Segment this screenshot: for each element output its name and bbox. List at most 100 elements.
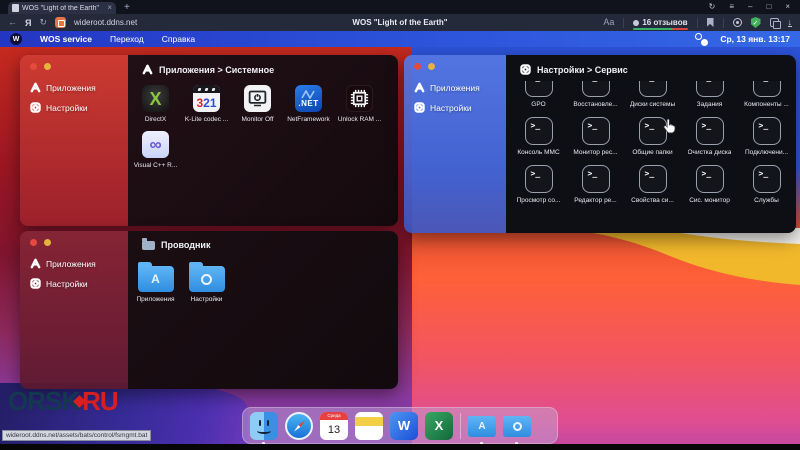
folder-settings[interactable]: Настройки bbox=[181, 260, 232, 303]
orsk-ru-watermark: ORSK RU bbox=[8, 386, 118, 417]
protect-shield-icon[interactable]: ✓ bbox=[751, 17, 761, 28]
notes-icon bbox=[355, 412, 383, 440]
service-connections[interactable]: >_ Подключени... bbox=[738, 117, 795, 156]
service-system-monitor[interactable]: >_ Сис. монитор bbox=[681, 165, 738, 204]
menu-spravka[interactable]: Справка bbox=[162, 34, 195, 44]
bookmark-icon[interactable] bbox=[707, 18, 714, 27]
app-klite-codec[interactable]: 321 K-Lite codec ... bbox=[181, 85, 232, 123]
window-settings-header: Настройки > Сервис bbox=[506, 55, 796, 77]
sidebar-item-settings[interactable]: Настройки bbox=[30, 278, 128, 289]
apps-folder-icon: A bbox=[138, 266, 174, 292]
menu-bar-right: Ср, 13 янв. 13:17 bbox=[695, 33, 790, 46]
window-explorer-header: Проводник bbox=[128, 231, 398, 252]
dock-finder[interactable] bbox=[250, 412, 278, 440]
terminal-icon: >_ bbox=[753, 81, 781, 97]
sidebar-item-apps[interactable]: Приложения bbox=[30, 82, 128, 93]
netframework-icon: .NET bbox=[295, 85, 322, 112]
browser-menu-icon[interactable]: ≡ bbox=[729, 3, 734, 11]
dock-folder-settings[interactable] bbox=[503, 412, 531, 440]
terminal-icon: >_ bbox=[525, 165, 553, 193]
service-grid-row: >_ Просмотр со... >_ Редактор ре... >_ С… bbox=[506, 165, 796, 204]
apps-icon bbox=[30, 258, 41, 269]
traffic-lights bbox=[30, 239, 128, 246]
dock-divider bbox=[460, 413, 461, 439]
app-directx[interactable]: X DirectX bbox=[130, 85, 181, 123]
service-system-properties[interactable]: >_ Свойства си... bbox=[624, 165, 681, 204]
wos-logo-icon[interactable]: W bbox=[10, 33, 22, 45]
settings-folder-icon bbox=[189, 266, 225, 292]
service-mmc[interactable]: >_ Консоль MMC bbox=[510, 117, 567, 156]
reviews-widget[interactable]: 16 отзывов bbox=[633, 18, 687, 27]
service-resource-monitor[interactable]: >_ Монитор рес... bbox=[567, 117, 624, 156]
service-gpo[interactable]: >_ GPO bbox=[510, 81, 567, 108]
new-tab-button[interactable]: + bbox=[124, 2, 130, 14]
app-visual-cpp[interactable]: ∞ Visual C++ R... bbox=[130, 131, 181, 169]
breadcrumb: Проводник bbox=[161, 240, 210, 250]
minimize-window-icon[interactable] bbox=[44, 239, 51, 246]
extensions-icon[interactable] bbox=[770, 18, 779, 27]
terminal-icon: >_ bbox=[753, 117, 781, 145]
close-window-icon[interactable] bbox=[414, 63, 421, 70]
minimize-window-icon[interactable] bbox=[44, 63, 51, 70]
service-disk-cleanup[interactable]: >_ Очистка диска bbox=[681, 117, 738, 156]
app-netframework[interactable]: .NET NetFramework bbox=[283, 85, 334, 123]
sidebar-item-apps[interactable]: Приложения bbox=[414, 82, 506, 93]
close-button[interactable]: × bbox=[785, 3, 790, 11]
menu-perehod[interactable]: Переход bbox=[110, 34, 144, 44]
back-icon[interactable]: ← bbox=[8, 18, 17, 27]
explorer-grid-row: A Приложения Настройки bbox=[128, 252, 398, 303]
terminal-icon: >_ bbox=[696, 81, 724, 97]
desktop: Приложения Настройки Приложения > Систем… bbox=[0, 47, 800, 444]
dock-folder-apps[interactable]: A bbox=[468, 412, 496, 440]
site-security-badge-icon[interactable] bbox=[55, 17, 66, 28]
folder-apps[interactable]: A Приложения bbox=[130, 260, 181, 303]
maximize-button[interactable]: □ bbox=[766, 3, 771, 11]
dock-word[interactable]: W bbox=[390, 412, 418, 440]
terminal-icon: >_ bbox=[753, 165, 781, 193]
dock-calendar[interactable]: Среда 13 bbox=[320, 412, 348, 440]
service-tasks[interactable]: >_ Задания bbox=[681, 81, 738, 108]
sidebar-item-apps[interactable]: Приложения bbox=[30, 258, 128, 269]
service-restore[interactable]: >_ Восстановле... bbox=[567, 81, 624, 108]
download-icon[interactable]: ↓ bbox=[788, 18, 793, 27]
service-event-viewer[interactable]: >_ Просмотр со... bbox=[510, 165, 567, 204]
dock-excel[interactable]: X bbox=[425, 412, 453, 440]
klite-icon: 321 bbox=[193, 85, 220, 112]
dock-notes[interactable] bbox=[355, 412, 383, 440]
dock-safari[interactable] bbox=[285, 412, 313, 440]
service-components[interactable]: >_ Компоненты ... bbox=[738, 81, 795, 108]
window-applications-sidebar: Приложения Настройки bbox=[20, 55, 128, 226]
terminal-icon: >_ bbox=[696, 165, 724, 193]
translate-icon[interactable]: Aа bbox=[603, 18, 614, 27]
wos-menu-bar: W WOS service Переход Справка Ср, 13 янв… bbox=[0, 31, 800, 47]
finder-icon bbox=[250, 412, 278, 440]
settings-folder-icon bbox=[503, 416, 531, 437]
close-window-icon[interactable] bbox=[30, 63, 37, 70]
calendar-icon: Среда 13 bbox=[320, 412, 348, 440]
service-services[interactable]: >_ Службы bbox=[738, 165, 795, 204]
minimize-window-icon[interactable] bbox=[428, 63, 435, 70]
service-registry-editor[interactable]: >_ Редактор ре... bbox=[567, 165, 624, 204]
window-settings: Приложения Настройки Настройки > Сервис … bbox=[404, 55, 796, 233]
reload-icon[interactable]: ↻ bbox=[39, 18, 47, 27]
user-switcher-icon[interactable] bbox=[695, 33, 708, 46]
alice-assistant-icon[interactable] bbox=[733, 18, 742, 27]
terminal-icon: >_ bbox=[696, 117, 724, 145]
gear-icon bbox=[414, 102, 425, 113]
service-disks[interactable]: >_ Диски системы bbox=[624, 81, 681, 108]
sidebar-item-settings[interactable]: Настройки bbox=[414, 102, 506, 113]
tab-title: WOS "Light of the Earth" bbox=[22, 5, 104, 12]
divider bbox=[697, 18, 698, 28]
browser-tab[interactable]: WOS "Light of the Earth" × bbox=[8, 2, 116, 14]
app-monitor-off[interactable]: Monitor Off bbox=[232, 85, 283, 123]
menu-wos-service[interactable]: WOS service bbox=[40, 34, 92, 44]
sidebar-item-settings[interactable]: Настройки bbox=[30, 102, 128, 113]
minimize-button[interactable]: – bbox=[748, 3, 752, 11]
tab-close-icon[interactable]: × bbox=[107, 4, 112, 12]
close-window-icon[interactable] bbox=[30, 239, 37, 246]
app-unlock-ram[interactable]: Unlock RAM ... bbox=[334, 85, 385, 123]
yandex-icon[interactable]: Я bbox=[25, 18, 31, 28]
tab-sync-icon[interactable]: ↻ bbox=[709, 3, 716, 11]
url-field[interactable]: wideroot.ddns.net bbox=[74, 18, 137, 27]
window-explorer-content: Проводник A Приложения Настройки bbox=[128, 231, 398, 389]
